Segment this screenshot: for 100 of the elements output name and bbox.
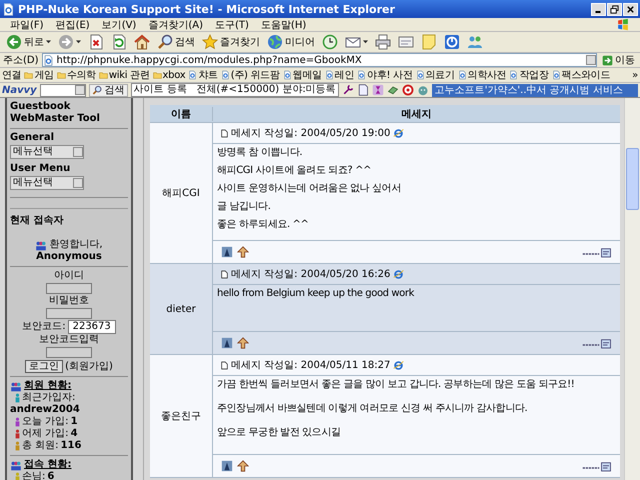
menu-item[interactable]: 도구(T) (215, 18, 249, 32)
menu-item[interactable]: 파일(F) (10, 18, 44, 32)
wrench-icon[interactable] (342, 84, 354, 96)
page-e-icon (458, 70, 467, 80)
folder-icon (152, 70, 162, 80)
up-arrow-icon[interactable] (237, 337, 249, 349)
code-input-label: 보안코드입력 (39, 334, 99, 346)
page-icon[interactable] (356, 84, 369, 96)
message-text: 글 남깁니다. (217, 201, 272, 213)
toolbar-button[interactable] (442, 33, 462, 51)
toolbar-button[interactable]: 미디어 (265, 33, 317, 51)
navvy-dropdown[interactable] (40, 84, 86, 96)
toolbar-button[interactable] (320, 33, 340, 51)
page-e-icon (188, 70, 198, 80)
message-text: hello from Belgium keep up the good work (217, 288, 416, 300)
link-button[interactable]: wiki 관련 (98, 68, 150, 82)
document-icon (221, 360, 228, 370)
vertical-scrollbar[interactable] (624, 98, 640, 480)
online-users-title: 현재 접속자 (10, 215, 64, 227)
link-button[interactable]: (주) 위드팜 (220, 68, 280, 82)
homepage-icon[interactable] (582, 246, 612, 258)
message-text: 가끔 한번씩 들러보면서 좋은 글을 많이 보고 갑니다. 공부하는데 많은 도움 되구요!! (217, 379, 576, 391)
e-logo-icon[interactable] (393, 128, 404, 138)
address-field[interactable]: http://phpnuke.happycgi.com/modules.php?name=GbookMX (42, 53, 597, 67)
page-e-icon (509, 70, 518, 80)
search-icon (92, 84, 103, 96)
minimize-button[interactable] (591, 2, 606, 16)
message-text: 사이트 운영하시는데 어려움은 없나 싶어서 (217, 183, 402, 195)
link-button[interactable]: 작업장 (509, 68, 549, 82)
link-button[interactable]: 야후! 사전 (357, 68, 413, 82)
link-button[interactable]: 웹메일 (282, 68, 322, 82)
page-e-icon (357, 70, 366, 80)
news-ticker[interactable]: 고누소프트'가약스'..中서 공개시범 서비스 (432, 84, 638, 96)
target-icon[interactable] (402, 84, 414, 96)
menu-item[interactable]: 편집(E) (56, 18, 90, 32)
menu-item[interactable]: 도움말(H) (260, 18, 306, 32)
e-logo-icon[interactable] (393, 268, 404, 280)
link-button[interactable]: 팩스와이드 (552, 68, 610, 82)
homepage-icon[interactable] (582, 338, 612, 348)
column-header: 이름 (170, 108, 192, 120)
profile-icon[interactable] (221, 460, 233, 472)
welcome-text: 환영합니다, (35, 239, 103, 251)
signup-link[interactable]: (회원가입) (65, 360, 113, 372)
close-button[interactable] (623, 2, 638, 16)
menu-block-title: General (10, 132, 55, 144)
navvy-search-button[interactable]: 검색 (88, 84, 128, 96)
message-date: 메세지 작성일: 2004/05/20 16:26 (231, 268, 390, 281)
menu-item[interactable]: 즐겨찾기(A) (148, 18, 203, 32)
link-button[interactable]: 게임 (24, 68, 54, 82)
document-icon (221, 270, 228, 278)
menu-dropdown[interactable]: 메뉴선택 (10, 176, 84, 190)
toolbar-button[interactable]: 즐겨찾기 (200, 33, 262, 51)
toolbar-button[interactable]: 검색 (155, 33, 197, 51)
scrollbar-thumb[interactable] (626, 148, 639, 210)
security-code: 223673 (68, 320, 116, 334)
link-button[interactable]: 수의학 (56, 68, 96, 82)
window-title: PHP-Nuke Korean Support Site! - Microsoft Internet Explorer (18, 2, 396, 16)
menu-item[interactable]: 보기(V) (102, 18, 136, 32)
homepage-icon[interactable] (582, 460, 612, 472)
note-icon (421, 34, 437, 50)
menu-block-title: User Menu (10, 163, 72, 175)
up-arrow-icon[interactable] (237, 246, 249, 258)
message-text: 앞으로 무궁한 발전 있으시길 (217, 427, 342, 439)
login-button[interactable]: 로그인 (25, 360, 64, 373)
folder-icon (98, 70, 108, 80)
menu-dropdown[interactable]: 메뉴선택 (10, 145, 84, 159)
password-field[interactable] (46, 308, 92, 319)
navvy-search-field[interactable]: 사이트 등록 전체(#<150000) 분야:미등록 (130, 83, 339, 97)
message-date: 메세지 작성일: 2004/05/11 18:27 (231, 359, 390, 372)
link-button[interactable]: xbox (152, 70, 186, 80)
message-text: 방명록 참 이쁩니다. (217, 147, 304, 159)
link-button[interactable]: 챠트 (188, 68, 218, 82)
security-code-label: 보안코드: (22, 321, 66, 333)
sidebar-link[interactable]: WebMaster Tool (10, 113, 128, 125)
profile-icon[interactable] (221, 337, 233, 349)
toolbar-button[interactable] (132, 33, 152, 51)
code-input-field[interactable] (46, 347, 92, 358)
author-name: 해피CGI (162, 187, 200, 200)
message-text: 좋은 하루되세요. ^^ (217, 219, 310, 231)
up-arrow-icon[interactable] (237, 460, 249, 472)
link-button[interactable]: 의학사전 (458, 68, 506, 82)
people-icon (10, 460, 22, 470)
document-icon (221, 128, 228, 138)
profile-icon[interactable] (221, 246, 233, 258)
toolbar-button[interactable] (373, 33, 393, 51)
member-stat: 어제 가입: 4 (10, 428, 128, 440)
e-logo-icon[interactable] (393, 360, 404, 370)
id-field[interactable] (46, 283, 92, 294)
stop-page-icon (88, 34, 104, 50)
more-links-button[interactable]: » (632, 70, 638, 80)
sidebar-link[interactable]: Guestbook (10, 101, 128, 113)
go-button[interactable]: 이동 (600, 53, 637, 67)
people-icon (467, 34, 483, 50)
link-button[interactable]: 의료기 (416, 68, 455, 82)
member-stat: 총 회원: 116 (10, 440, 128, 452)
link-button[interactable]: 레인 (324, 68, 354, 82)
refresh-page-icon (111, 34, 127, 50)
hourglass-icon[interactable] (372, 84, 384, 96)
toolbar-button[interactable]: 뒤로 (4, 33, 53, 51)
maximize-button[interactable] (607, 2, 622, 16)
